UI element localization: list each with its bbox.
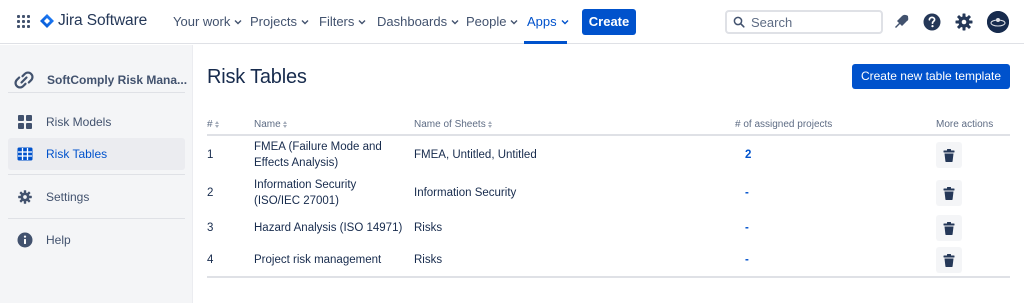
row-sheets: FMEA, Untitled, Untitled: [414, 149, 537, 161]
sidebar-item-label: Risk Models: [46, 115, 112, 129]
sidebar-item-settings[interactable]: Settings: [8, 181, 185, 213]
row-name: Project risk management: [254, 252, 381, 268]
sidebar-item-label: Help: [46, 233, 71, 247]
avatar[interactable]: [987, 11, 1009, 33]
row-sheets: Risks: [414, 254, 443, 266]
column-header-label: Name of Sheets: [414, 119, 486, 130]
link-icon: [14, 71, 34, 89]
column-header-label: #: [207, 119, 213, 130]
sidebar-divider: [8, 174, 185, 175]
help-icon[interactable]: [922, 12, 942, 32]
table-icon: [17, 146, 33, 162]
column-header-label: Name: [254, 119, 281, 130]
column-header-assigned-projects: # of assigned projects: [735, 119, 832, 130]
sidebar-item-risk-tables[interactable]: Risk Tables: [8, 138, 185, 170]
create-button[interactable]: Create: [582, 9, 636, 35]
app-switcher-icon[interactable]: [17, 15, 30, 28]
row-name-line: Information Security: [254, 179, 357, 191]
trash-icon: [943, 148, 955, 162]
sort-icon: [487, 121, 492, 128]
sidebar-divider: [8, 218, 185, 219]
nav-label: Apps: [527, 14, 557, 29]
sidebar-item-label: Settings: [46, 190, 90, 204]
nav-people[interactable]: People: [466, 14, 518, 29]
row-name-line: Hazard Analysis (ISO 14971): [254, 222, 403, 234]
sidebar-item-label: Risk Tables: [46, 147, 108, 161]
trash-icon: [943, 186, 955, 200]
row-number: 4: [207, 254, 214, 266]
row-number: 1: [207, 149, 214, 161]
delete-button[interactable]: [936, 247, 962, 273]
notifications-icon[interactable]: [891, 12, 911, 32]
delete-button[interactable]: [936, 180, 962, 206]
row-assigned-projects: -: [745, 254, 749, 266]
delete-button[interactable]: [936, 215, 962, 241]
page-title: Risk Tables: [207, 66, 307, 88]
sidebar-project-header[interactable]: SoftComply Risk Mana...: [14, 70, 187, 90]
row-name-line: Effects Analysis): [254, 157, 339, 169]
nav-your-work[interactable]: Your work: [173, 14, 242, 29]
sidebar-item-help[interactable]: Help: [8, 224, 185, 256]
sort-icon: [214, 121, 219, 128]
top-navigation: Jira Software Your work Projects Filters…: [0, 0, 1024, 44]
row-name-line: (ISO/IEC 27001): [254, 195, 340, 207]
column-header-name[interactable]: Name: [254, 119, 287, 130]
user-avatar-icon: [987, 11, 1009, 33]
row-number: 3: [207, 222, 214, 234]
gear-icon: [17, 189, 33, 205]
chevron-down-icon: [234, 19, 242, 24]
create-table-template-button[interactable]: Create new table template: [852, 64, 1010, 89]
row-name: Information Security (ISO/IEC 27001): [254, 177, 356, 209]
chevron-down-icon: [451, 19, 459, 24]
row-assigned-projects-link[interactable]: 2: [745, 147, 751, 163]
chevron-down-icon: [510, 19, 518, 24]
row-name: FMEA (Failure Mode and Effects Analysis): [254, 139, 382, 171]
column-header-label: More actions: [936, 119, 994, 130]
jira-logo[interactable]: Jira Software: [40, 12, 147, 30]
nav-label: Your work: [173, 14, 231, 29]
table-footer-divider: [207, 276, 1010, 278]
row-name-line: Project risk management: [254, 254, 382, 266]
sidebar-project-name: SoftComply Risk Mana...: [47, 73, 188, 87]
delete-button[interactable]: [936, 142, 962, 168]
row-assigned-projects: -: [745, 187, 749, 199]
jira-diamond-icon: [40, 14, 54, 28]
trash-icon: [943, 253, 955, 267]
sidebar-divider: [8, 92, 185, 93]
row-name: Hazard Analysis (ISO 14971): [254, 220, 402, 236]
chevron-down-icon: [301, 19, 309, 24]
nav-dashboards[interactable]: Dashboards: [377, 14, 459, 29]
row-number: 2: [207, 187, 214, 199]
trash-icon: [943, 221, 955, 235]
column-header-number[interactable]: #: [207, 119, 219, 130]
nav-projects[interactable]: Projects: [250, 14, 309, 29]
column-header-label: # of assigned projects: [735, 119, 833, 130]
table-header-divider: [207, 134, 1010, 136]
column-header-more-actions: More actions: [936, 119, 993, 130]
nav-label: People: [466, 14, 507, 29]
search-input[interactable]: [751, 14, 871, 30]
row-sheets: Risks: [414, 222, 443, 234]
active-nav-indicator: [524, 41, 567, 44]
dashboard-grid-icon: [17, 114, 33, 130]
sidebar: SoftComply Risk Mana... Risk Models Risk…: [0, 45, 193, 303]
settings-icon[interactable]: [954, 12, 974, 32]
column-header-sheets[interactable]: Name of Sheets: [414, 119, 492, 130]
nav-label: Filters: [319, 14, 355, 29]
sort-icon: [282, 121, 287, 128]
chevron-down-icon: [561, 19, 569, 24]
nav-label: Dashboards: [377, 14, 448, 29]
nav-apps[interactable]: Apps: [527, 14, 569, 29]
row-name-line: FMEA (Failure Mode and: [254, 141, 382, 153]
sidebar-item-risk-models[interactable]: Risk Models: [8, 106, 185, 138]
nav-label: Projects: [250, 14, 297, 29]
row-assigned-projects: -: [745, 222, 749, 234]
row-sheets: Information Security: [414, 187, 517, 199]
search-icon: [733, 16, 745, 28]
chevron-down-icon: [358, 19, 366, 24]
info-icon: [17, 232, 33, 248]
nav-filters[interactable]: Filters: [319, 14, 366, 29]
search-box[interactable]: [725, 10, 883, 34]
product-name: Jira Software: [58, 12, 148, 29]
